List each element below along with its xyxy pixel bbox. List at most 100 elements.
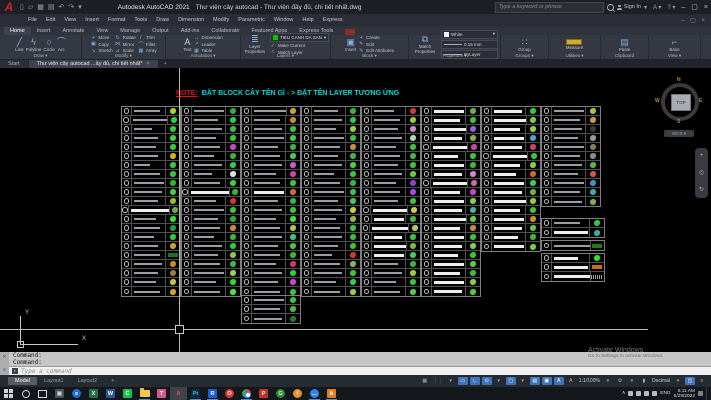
navigation-bar[interactable]: + ◎ ↻	[695, 148, 708, 198]
show-desktop-button[interactable]	[706, 387, 709, 400]
status-icon-14[interactable]: ▾	[603, 377, 613, 385]
paste-button[interactable]: ▤Paste	[619, 37, 631, 52]
qat-icon-0[interactable]: ▯	[20, 3, 24, 11]
menu-window[interactable]: Window	[274, 17, 294, 23]
status-icon-7[interactable]: ▢	[506, 377, 516, 385]
status-icon-12[interactable]: A	[566, 377, 576, 385]
wcs-dropdown[interactable]: WCS ▾	[664, 130, 694, 137]
layer-dropdown[interactable]: TIEU CANH DA SAN▾	[270, 33, 329, 42]
copy-button[interactable]: ▣Copy	[90, 41, 112, 47]
zoom-icon[interactable]: ◎	[699, 169, 704, 176]
menu-tools[interactable]: Tools	[134, 17, 147, 23]
status-icon-8[interactable]: ▾	[518, 377, 528, 385]
word-icon[interactable]: W	[102, 387, 119, 400]
qat-icon-1[interactable]: ▱	[28, 3, 33, 11]
opera-icon[interactable]: O	[221, 387, 238, 400]
notification-icon[interactable]	[698, 391, 703, 396]
edge-icon[interactable]: e	[68, 387, 85, 400]
tray-caret-icon[interactable]: ∧	[622, 391, 626, 396]
menu-draw[interactable]: Draw	[156, 17, 169, 23]
file-tab-start[interactable]: Start	[0, 60, 28, 68]
circle-button[interactable]: ○Circle	[43, 37, 55, 52]
status-icon-15[interactable]: ⚙	[615, 377, 625, 385]
excel-icon[interactable]: X	[85, 387, 102, 400]
create-block-button[interactable]: +Create	[358, 35, 394, 41]
menu-view[interactable]: View	[64, 17, 76, 23]
polyline-button[interactable]: ϟPolyline	[26, 37, 42, 52]
group-button[interactable]: ∷Group	[518, 37, 531, 52]
text-button[interactable]: AText	[183, 37, 191, 52]
volume-icon[interactable]	[652, 391, 657, 396]
minimize-button[interactable]: –	[681, 4, 685, 11]
stretch-button[interactable]: ↘Stretch	[90, 48, 112, 54]
status-icon-9[interactable]: ▤	[530, 377, 540, 385]
new-tab-button[interactable]: +	[159, 60, 172, 68]
status-icon-16[interactable]: ▾	[627, 377, 637, 385]
chat-app-icon[interactable]: …	[306, 387, 323, 400]
command-wrench-icon[interactable]: ≡	[3, 367, 6, 373]
capcut-icon[interactable]: C	[119, 387, 136, 400]
edit-block-button[interactable]: ✎Edit	[358, 41, 394, 47]
language-indicator[interactable]: ENG	[660, 391, 670, 396]
qat-icon-6[interactable]: ▾	[78, 3, 82, 11]
file-tab-close-icon[interactable]: ×	[146, 61, 149, 67]
qat-icon-4[interactable]: ↶	[59, 3, 65, 11]
viewcube-s[interactable]: S	[677, 119, 680, 125]
mirror-button[interactable]: ⋈Mirror	[115, 41, 136, 47]
menu-format[interactable]: Format	[108, 17, 125, 23]
photos-icon[interactable]: ▣	[51, 387, 68, 400]
cart-icon[interactable]: ▾	[644, 4, 647, 11]
menu-express[interactable]: Express	[323, 17, 343, 23]
file-explorer-icon[interactable]	[136, 387, 153, 400]
layout-tab-layout2[interactable]: Layout2	[71, 377, 105, 385]
status-icon-11[interactable]: A	[554, 377, 564, 385]
drawing-canvas[interactable]: NOTE:ĐẶT BLOCK CÂY TÊN GÌ - > ĐẶT TÊN LA…	[0, 68, 711, 352]
orange-app-icon[interactable]: f	[289, 387, 306, 400]
ps-app-icon[interactable]: Pt	[187, 387, 204, 400]
fillet-button[interactable]: ⌒Fillet	[138, 41, 157, 47]
status-icon-10[interactable]: ▣	[542, 377, 552, 385]
battery-icon[interactable]	[628, 391, 633, 396]
dimension-button[interactable]: ↔Dimension	[194, 35, 223, 41]
command-input[interactable]: ▸ Type a command	[9, 366, 711, 375]
leader-button[interactable]: ↗Leader	[194, 41, 223, 47]
viewcube[interactable]: N W E S TOP	[658, 80, 702, 124]
status-icon-3[interactable]: ▭	[458, 377, 468, 385]
menu-insert[interactable]: Insert	[85, 17, 99, 23]
pink-app-icon[interactable]: T	[153, 387, 170, 400]
rotate-button[interactable]: ↻Rotate	[115, 35, 136, 41]
line-button[interactable]: ╱Line	[15, 37, 24, 52]
layer-properties-button[interactable]: ≣Layer Properties	[242, 34, 268, 54]
file-tab-document[interactable]: Thư viện cây autocad ...ầy đủ, chi tiết …	[29, 60, 158, 68]
start-icon[interactable]	[0, 387, 17, 400]
autocad-logo-icon[interactable]: A	[0, 0, 18, 14]
status-icon-0[interactable]: ▦	[420, 377, 430, 385]
ribbon-tab-insert[interactable]: Insert	[31, 27, 57, 35]
layout-tab-model[interactable]: Model	[8, 377, 37, 385]
viewcube-n[interactable]: N	[677, 77, 681, 83]
network-icon[interactable]	[644, 391, 649, 396]
layout-tab-+[interactable]: +	[104, 377, 121, 385]
chrome-icon[interactable]	[238, 387, 255, 400]
status-icon-19[interactable]: ▾	[673, 377, 683, 385]
base-button[interactable]: ⌐Base	[669, 37, 679, 52]
status-icon-18[interactable]: Decimal	[651, 377, 671, 385]
menu-file[interactable]: File	[28, 17, 37, 23]
status-icon-4[interactable]: ∟	[470, 377, 480, 385]
make-current-button[interactable]: ✓Make Current	[270, 43, 329, 49]
pan-icon[interactable]: +	[700, 153, 704, 159]
search-icon[interactable]	[607, 4, 614, 11]
viewcube-e[interactable]: E	[699, 98, 702, 104]
menu-help[interactable]: Help	[302, 17, 313, 23]
layout-tab-layout1[interactable]: Layout1	[37, 377, 71, 385]
menu-edit[interactable]: Edit	[46, 17, 55, 23]
globe-app-icon[interactable]: G	[272, 387, 289, 400]
help-icon[interactable]: ? ▾	[667, 4, 675, 11]
qat-icon-3[interactable]: ▤	[48, 3, 55, 11]
close-button[interactable]: ×	[704, 4, 708, 11]
sign-in-button[interactable]: Sign In	[624, 4, 641, 10]
status-icon-2[interactable]: ▾	[446, 377, 456, 385]
insert-button[interactable]: ▣Insert	[345, 37, 356, 52]
task-view-icon[interactable]	[34, 387, 51, 400]
qat-icon-5[interactable]: ↷	[68, 3, 74, 11]
